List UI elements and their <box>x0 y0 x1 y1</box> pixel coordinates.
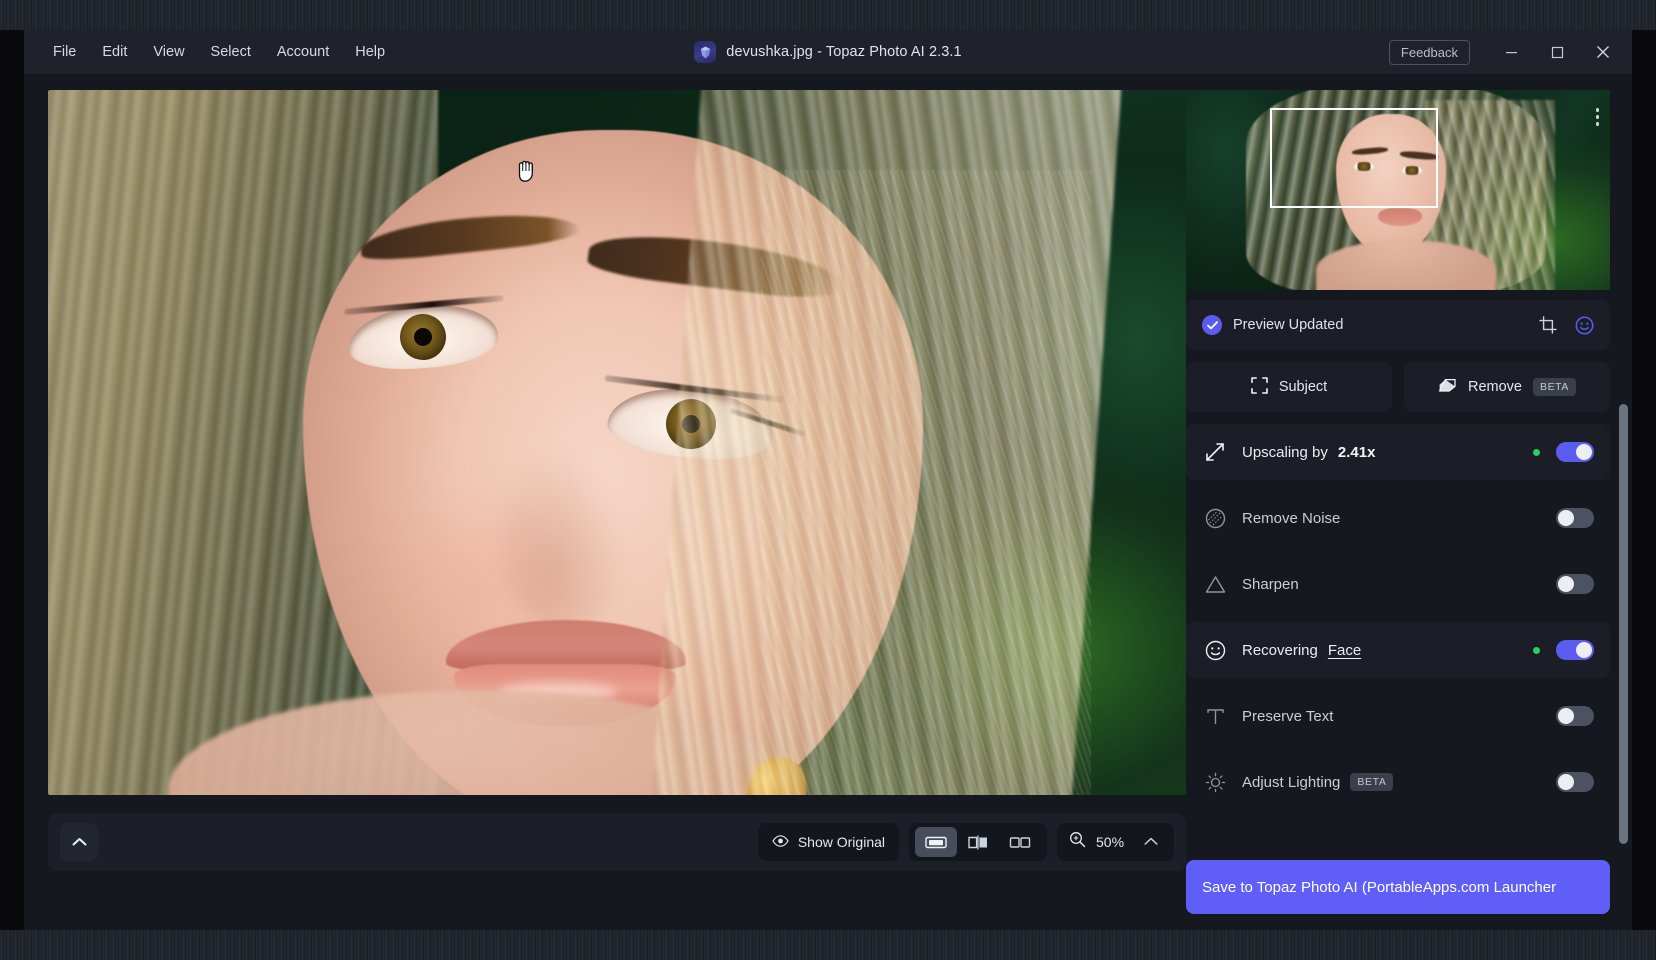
zoom-level-value: 50% <box>1096 834 1125 850</box>
menu-item-edit[interactable]: Edit <box>89 38 140 66</box>
adjust-lighting-row-controls <box>1556 772 1594 792</box>
status-dot-recovering-face <box>1533 646 1540 654</box>
desktop-top-strip <box>0 0 1656 30</box>
right-panel-scrollbar[interactable] <box>1619 404 1628 844</box>
remove-beta-badge: BETA <box>1532 378 1577 396</box>
quick-actions-row: Subject Remove BETA <box>1186 362 1610 412</box>
filter-label-recovering-face: Recovering Face <box>1242 642 1361 659</box>
toggle-sharpen[interactable] <box>1556 574 1594 594</box>
recovering-text: Recovering <box>1242 641 1318 659</box>
upscaling-factor: 2.41x <box>1337 443 1376 461</box>
right-panel: Preview Updated Subject Remove BETA Upsc… <box>1186 74 1632 930</box>
adjust-lighting-text: Adjust Lighting <box>1242 773 1341 791</box>
zoom-control: 50% <box>1057 823 1174 861</box>
photo-nose <box>503 450 623 630</box>
noise-circle-icon <box>1202 508 1228 529</box>
window-title: devushka.jpg - Topaz Photo AI 2.3.1 <box>726 44 962 60</box>
sun-icon <box>1202 772 1228 793</box>
view-mode-group <box>909 823 1047 861</box>
upscaling-text: Upscaling by <box>1242 443 1328 461</box>
menu-bar: File Edit View Select Account Help <box>24 38 398 66</box>
photo-hair-strands <box>761 170 1091 795</box>
save-button[interactable]: Save to Topaz Photo AI (PortableApps.com… <box>1186 860 1610 914</box>
adjust-lighting-beta-badge: BETA <box>1350 773 1394 791</box>
viewer-toolbar: Show Original 50% <box>48 813 1186 871</box>
face-smiley-icon[interactable] <box>1575 316 1594 335</box>
more-vertical-icon[interactable] <box>1592 104 1604 130</box>
toggle-preserve-text[interactable] <box>1556 706 1594 726</box>
single-pane-icon[interactable] <box>915 827 957 857</box>
viewer-toolbar-right: Show Original 50% <box>757 823 1174 861</box>
upscaling-row-controls <box>1533 442 1594 462</box>
image-canvas[interactable] <box>48 90 1186 795</box>
smiley-face-icon <box>1202 640 1228 661</box>
menu-item-account[interactable]: Account <box>264 38 342 66</box>
save-bar: Save to Topaz Photo AI (PortableApps.com… <box>1186 860 1610 930</box>
remove-label: Remove <box>1467 379 1522 395</box>
show-original-label: Show Original <box>797 834 885 850</box>
sharpen-row-controls <box>1556 574 1594 594</box>
navigator-thumbnail[interactable] <box>1186 90 1610 290</box>
preview-status-label: Preview Updated <box>1233 317 1344 333</box>
toggle-recovering-face[interactable] <box>1556 640 1594 660</box>
filter-row-adjust-lighting[interactable]: Adjust Lighting BETA <box>1186 754 1610 810</box>
text-t-icon <box>1202 707 1228 726</box>
window-controls: Feedback <box>1388 30 1632 74</box>
maximize-icon[interactable] <box>1534 30 1580 74</box>
feedback-button[interactable]: Feedback <box>1388 39 1470 65</box>
remove-noise-row-controls <box>1556 508 1594 528</box>
menu-item-select[interactable]: Select <box>198 38 264 66</box>
filter-label-adjust-lighting: Adjust Lighting BETA <box>1242 773 1394 791</box>
filter-row-preserve-text[interactable]: Preserve Text <box>1186 688 1610 744</box>
filter-label-remove-noise: Remove Noise <box>1242 509 1341 527</box>
title-bar: File Edit View Select Account Help devus… <box>24 30 1632 74</box>
subject-button[interactable]: Subject <box>1186 362 1392 412</box>
check-circle-icon <box>1202 315 1222 335</box>
filter-label-preserve-text: Preserve Text <box>1242 707 1334 725</box>
subject-label: Subject <box>1278 379 1328 395</box>
zoom-chevron-up-icon[interactable] <box>1140 833 1162 851</box>
filter-row-upscaling[interactable]: Upscaling by 2.41x <box>1186 424 1610 480</box>
toggle-upscaling[interactable] <box>1556 442 1594 462</box>
viewer-column: Show Original 50% <box>24 74 1186 930</box>
menu-item-help[interactable]: Help <box>342 38 398 66</box>
triangle-icon <box>1202 575 1228 594</box>
preview-status-actions <box>1539 316 1594 335</box>
diagonal-arrows-icon <box>1202 442 1228 462</box>
recovering-face-row-controls <box>1533 640 1594 660</box>
preview-status-bar: Preview Updated <box>1186 300 1610 350</box>
status-dot-upscaling <box>1533 448 1540 456</box>
window-body: Show Original 50% Preview Updated Subjec… <box>24 74 1632 930</box>
filter-row-sharpen[interactable]: Sharpen <box>1186 556 1610 612</box>
collapse-panel-button[interactable] <box>60 823 98 861</box>
filter-row-remove-noise[interactable]: Remove Noise <box>1186 490 1610 546</box>
magnifier-plus-icon[interactable] <box>1069 831 1086 853</box>
crop-icon[interactable] <box>1539 316 1557 334</box>
split-pane-icon[interactable] <box>957 827 999 857</box>
toggle-adjust-lighting[interactable] <box>1556 772 1594 792</box>
filter-label-upscaling: Upscaling by 2.41x <box>1242 444 1375 461</box>
menu-item-file[interactable]: File <box>40 38 89 66</box>
topaz-photo-ai-window: File Edit View Select Account Help devus… <box>24 30 1632 930</box>
eraser-icon <box>1438 378 1457 397</box>
show-original-button[interactable]: Show Original <box>757 823 899 861</box>
eye-icon <box>772 834 789 850</box>
filter-row-recovering-face[interactable]: Recovering Face <box>1186 622 1610 678</box>
minimize-icon[interactable] <box>1488 30 1534 74</box>
side-by-side-icon[interactable] <box>999 827 1041 857</box>
filters-list: Subject Remove BETA Upscaling by 2.41x R… <box>1186 362 1632 860</box>
subject-frame-icon <box>1251 376 1268 398</box>
desktop-background: File Edit View Select Account Help devus… <box>0 0 1656 960</box>
face-link[interactable]: Face <box>1328 642 1361 659</box>
menu-item-view[interactable]: View <box>140 38 197 66</box>
topaz-gem-icon <box>694 41 717 63</box>
close-icon[interactable] <box>1580 30 1626 74</box>
preserve-text-row-controls <box>1556 706 1594 726</box>
remove-button[interactable]: Remove BETA <box>1404 362 1610 412</box>
filter-label-sharpen: Sharpen <box>1242 575 1299 593</box>
viewport-selection-rect[interactable] <box>1270 108 1438 208</box>
desktop-bottom-strip <box>0 930 1656 960</box>
toggle-remove-noise[interactable] <box>1556 508 1594 528</box>
